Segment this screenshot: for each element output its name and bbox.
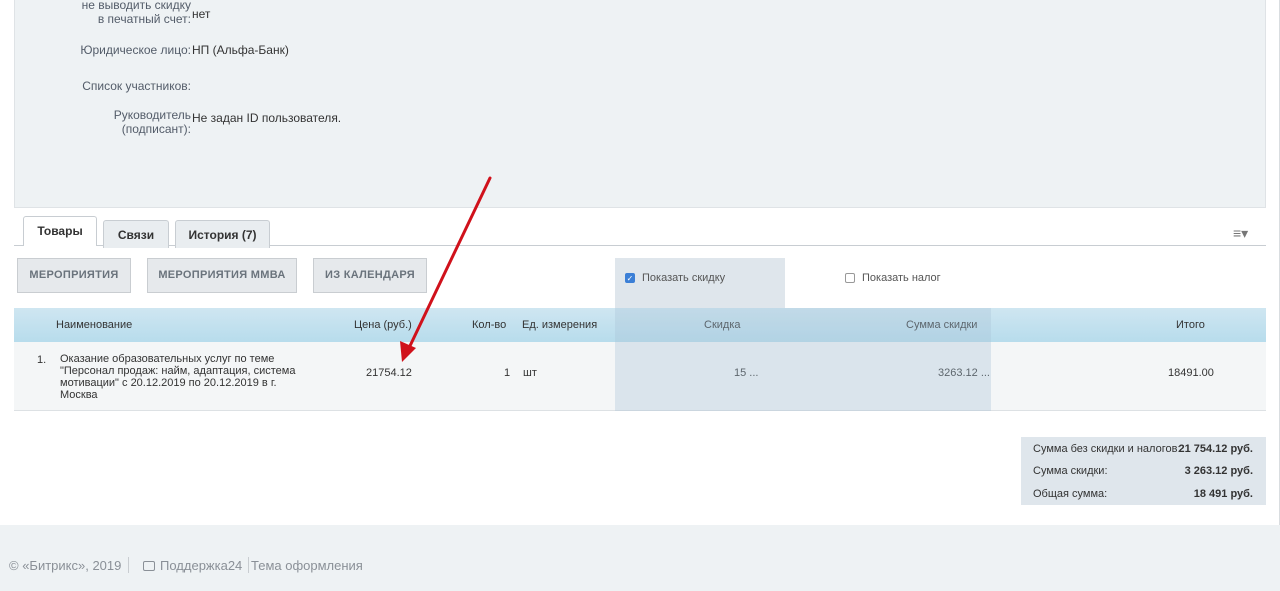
discount-columns-highlight xyxy=(615,308,991,411)
total-sum-value: 18 491 руб. xyxy=(1193,488,1253,500)
col-qty-header: Кол-во xyxy=(472,319,507,331)
product-qty: 1 xyxy=(504,367,511,379)
events-mmva-button[interactable]: МЕРОПРИЯТИЯ ММВА xyxy=(147,258,297,293)
from-calendar-button[interactable]: ИЗ КАЛЕНДАРЯ xyxy=(313,258,427,293)
events-button[interactable]: МЕРОПРИЯТИЯ xyxy=(17,258,131,293)
manager-label-text: Руководитель (подписант): xyxy=(113,108,191,136)
col-name-header: Наименование xyxy=(56,319,133,331)
discount-sum-label: Сумма скидки: xyxy=(1033,465,1108,477)
discount-sum-value: 3 263.12 руб. xyxy=(1184,465,1253,477)
product-price: 21754.12 xyxy=(366,367,412,379)
theme-link[interactable]: Тема оформления xyxy=(251,558,363,573)
sum-without-discount-label: Сумма без скидки и налогов: xyxy=(1033,443,1181,455)
total-sum-label: Общая сумма: xyxy=(1033,488,1108,500)
col-unit-header: Ед. измерения xyxy=(522,319,598,331)
participants-label: Список участников: xyxy=(82,79,191,93)
col-price-header: Цена (руб.) xyxy=(354,319,412,331)
row-number: 1. xyxy=(37,354,47,366)
tab-products[interactable]: Товары xyxy=(23,216,97,246)
footer-divider xyxy=(248,557,249,573)
show-discount-label: Показать скидку xyxy=(642,272,726,284)
show-tax-checkbox[interactable]: Показать налог xyxy=(845,272,941,284)
product-total: 18491.00 xyxy=(1168,367,1214,379)
product-name-line: мотивации" с 20.12.2019 по 20.12.2019 в … xyxy=(60,377,277,389)
legal-entity-value: НП (Альфа-Банк) xyxy=(192,43,289,57)
chat-icon xyxy=(143,561,155,571)
manager-value: Не задан ID пользователя. xyxy=(192,111,342,125)
product-name-line: "Персонал продаж: найм, адаптация, систе… xyxy=(60,365,296,377)
product-unit: шт xyxy=(523,367,537,379)
checkbox-checked-icon[interactable]: ✓ xyxy=(625,273,635,283)
col-total-header: Итого xyxy=(1176,319,1205,331)
footer-divider xyxy=(128,557,129,573)
product-name-line: Москва xyxy=(60,389,98,401)
discount-print-value: нет xyxy=(192,7,211,21)
support-link-text: Поддержка24 xyxy=(160,558,243,573)
sum-without-discount-value: 21 754.12 руб. xyxy=(1178,443,1253,455)
product-name: Оказание образовательных услуг по теме "… xyxy=(60,353,310,401)
discount-print-label: не выводить скидку в печатный счет: xyxy=(15,0,191,26)
tab-history[interactable]: История (7) xyxy=(175,220,270,248)
totals-panel: Сумма без скидки и налогов: 21 754.12 ру… xyxy=(1021,437,1266,505)
tab-links[interactable]: Связи xyxy=(103,220,169,248)
legal-entity-label: Юридическое лицо: xyxy=(80,43,191,57)
support-link[interactable]: Поддержка24 xyxy=(143,558,242,573)
deal-card: не выводить скидку в печатный счет: нет … xyxy=(0,0,1280,525)
checkbox-unchecked-icon[interactable] xyxy=(845,273,855,283)
discount-print-label-text: не выводить скидку в печатный счет: xyxy=(81,0,191,26)
copyright-text: © «Битрикс», 2019 xyxy=(9,558,122,573)
hamburger-menu-icon[interactable]: ≡▾ xyxy=(1233,225,1248,242)
product-name-line: Оказание образовательных услуг по теме xyxy=(60,353,275,365)
show-tax-label: Показать налог xyxy=(862,272,941,284)
info-panel: не выводить скидку в печатный счет: нет … xyxy=(14,0,1266,208)
manager-label: Руководитель (подписант): xyxy=(15,108,191,136)
show-discount-checkbox[interactable]: ✓ Показать скидку xyxy=(625,272,725,284)
